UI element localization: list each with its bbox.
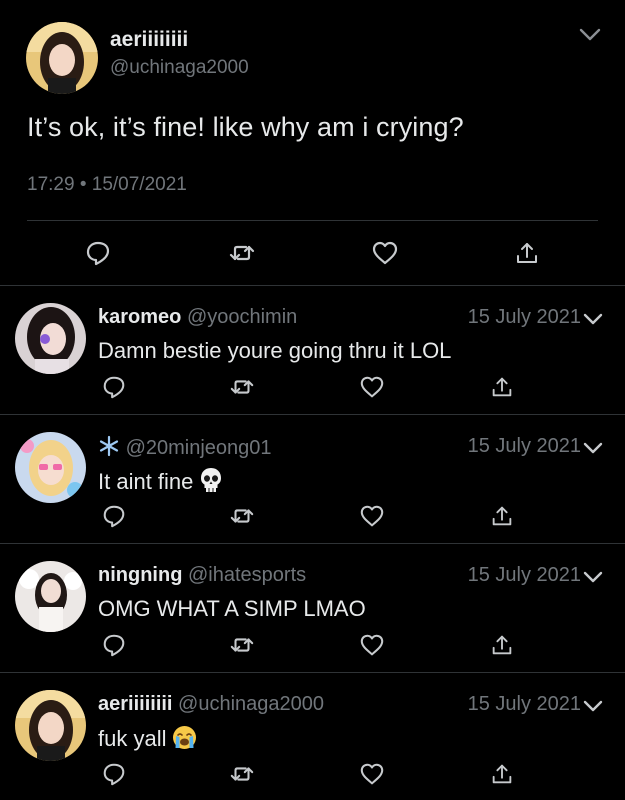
- like-icon[interactable]: [359, 503, 385, 529]
- reply-date: 15 July 2021: [467, 693, 581, 715]
- chevron-down-icon[interactable]: [582, 440, 604, 456]
- chevron-down-icon[interactable]: [582, 569, 604, 585]
- avatar[interactable]: [26, 22, 98, 94]
- display-name[interactable]: aeriiiiiiii: [110, 28, 188, 52]
- share-icon[interactable]: [513, 239, 541, 267]
- share-icon[interactable]: [489, 761, 515, 787]
- retweet-icon[interactable]: [229, 503, 255, 529]
- chevron-down-icon[interactable]: [582, 698, 604, 714]
- reply-text: OMG WHAT A SIMP LMAO: [98, 596, 366, 622]
- retweet-icon[interactable]: [229, 374, 255, 400]
- like-icon[interactable]: [371, 239, 399, 267]
- reply-text-content: OMG WHAT A SIMP LMAO: [98, 596, 366, 621]
- tweet-timestamp: 17:29 • 15/07/2021: [27, 174, 187, 195]
- reply-text: Damn bestie youre going thru it LOL: [98, 338, 451, 364]
- reply-text: fuk yall: [98, 725, 197, 752]
- reply-header: @20minjeong01: [98, 435, 272, 460]
- user-handle[interactable]: @20minjeong01: [126, 437, 272, 459]
- reply-header: ningning @ihatesports: [98, 564, 306, 587]
- reply-text-content: fuk yall: [98, 726, 167, 751]
- reply-icon[interactable]: [101, 503, 127, 529]
- reply-icon[interactable]: [101, 632, 127, 658]
- chevron-down-icon[interactable]: [577, 24, 603, 44]
- retweet-icon[interactable]: [228, 239, 256, 267]
- reply-icon[interactable]: [84, 239, 112, 267]
- like-icon[interactable]: [359, 632, 385, 658]
- display-name[interactable]: aeriiiiiiii: [98, 693, 172, 715]
- reply-tweet[interactable]: karomeo @yoochimin 15 July 2021 Damn bes…: [0, 286, 625, 414]
- reply-tweet[interactable]: @20minjeong01 15 July 2021 It aint fine: [0, 415, 625, 543]
- user-handle[interactable]: @yoochimin: [187, 306, 297, 328]
- avatar[interactable]: [15, 432, 86, 503]
- like-icon[interactable]: [359, 761, 385, 787]
- like-icon[interactable]: [359, 374, 385, 400]
- reply-date: 15 July 2021: [467, 306, 581, 328]
- reply-text-content: It aint fine: [98, 469, 194, 494]
- display-name[interactable]: [98, 435, 126, 459]
- share-icon[interactable]: [489, 374, 515, 400]
- snowflake-emoji: [99, 435, 119, 457]
- reply-icon[interactable]: [101, 761, 127, 787]
- display-name[interactable]: karomeo: [98, 306, 181, 328]
- reply-tweet[interactable]: aeriiiiiiii @uchinaga2000 15 July 2021 f…: [0, 673, 625, 800]
- divider: [27, 220, 598, 221]
- chevron-down-icon[interactable]: [582, 311, 604, 327]
- reply-icon[interactable]: [101, 374, 127, 400]
- reply-tweet[interactable]: ningning @ihatesports 15 July 2021 OMG W…: [0, 544, 625, 672]
- avatar[interactable]: [15, 561, 86, 632]
- retweet-icon[interactable]: [229, 761, 255, 787]
- user-handle[interactable]: @uchinaga2000: [178, 693, 324, 715]
- reply-text: It aint fine: [98, 467, 223, 495]
- reply-header: aeriiiiiiii @uchinaga2000: [98, 693, 324, 716]
- user-handle[interactable]: @uchinaga2000: [110, 57, 249, 79]
- share-icon[interactable]: [489, 632, 515, 658]
- skull-emoji: [199, 467, 223, 493]
- avatar[interactable]: [15, 690, 86, 761]
- loudly-crying-emoji: [172, 725, 197, 750]
- reply-date: 15 July 2021: [467, 435, 581, 457]
- avatar[interactable]: [15, 303, 86, 374]
- reply-text-content: Damn bestie youre going thru it LOL: [98, 338, 452, 363]
- user-handle[interactable]: @ihatesports: [188, 564, 306, 586]
- tweet-text: It’s ok, it’s fine! like why am i crying…: [27, 112, 464, 142]
- share-icon[interactable]: [489, 503, 515, 529]
- reply-header: karomeo @yoochimin: [98, 306, 297, 329]
- main-tweet[interactable]: aeriiiiiiii @uchinaga2000 It’s ok, it’s …: [0, 0, 625, 285]
- reply-date: 15 July 2021: [467, 564, 581, 586]
- display-name[interactable]: ningning: [98, 564, 182, 586]
- retweet-icon[interactable]: [229, 632, 255, 658]
- tweet-thread: aeriiiiiiii @uchinaga2000 It’s ok, it’s …: [0, 0, 625, 800]
